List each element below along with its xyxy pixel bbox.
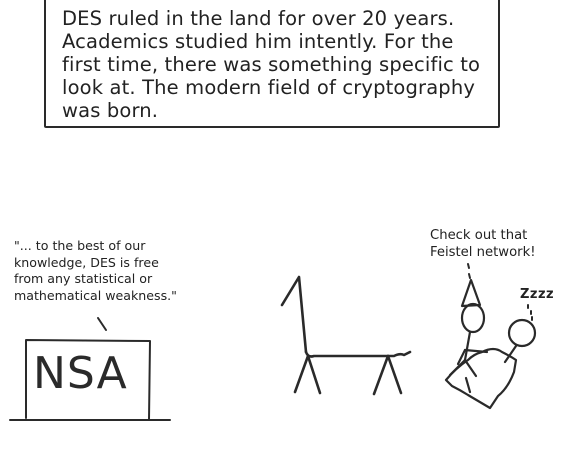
academic-speech-line: Feistel network! <box>430 245 536 260</box>
nsa-quote: "... to the best of our knowledge, DES i… <box>14 238 214 304</box>
blanket <box>444 347 518 410</box>
sleep-dots <box>527 304 533 321</box>
quote-line: "... to the best of our <box>14 238 146 253</box>
nsa-speech-pointer <box>97 317 107 331</box>
sleeping-figure <box>444 318 537 410</box>
academic-speech: Check out that Feistel network! <box>430 227 570 261</box>
quote-line: from any statistical or <box>14 271 153 286</box>
academic-speech-pointer <box>467 263 471 279</box>
quote-line: knowledge, DES is free <box>14 254 159 270</box>
party-hat <box>460 278 482 308</box>
academic-speech-line: Check out that <box>430 228 528 243</box>
quote-line: mathematical weakness." <box>14 287 177 303</box>
des-horse-figure <box>280 275 412 396</box>
sleeper-speech: Zzzz <box>520 287 555 302</box>
academic-figure <box>448 278 489 378</box>
nsa-sign-label: NSA <box>33 348 128 399</box>
